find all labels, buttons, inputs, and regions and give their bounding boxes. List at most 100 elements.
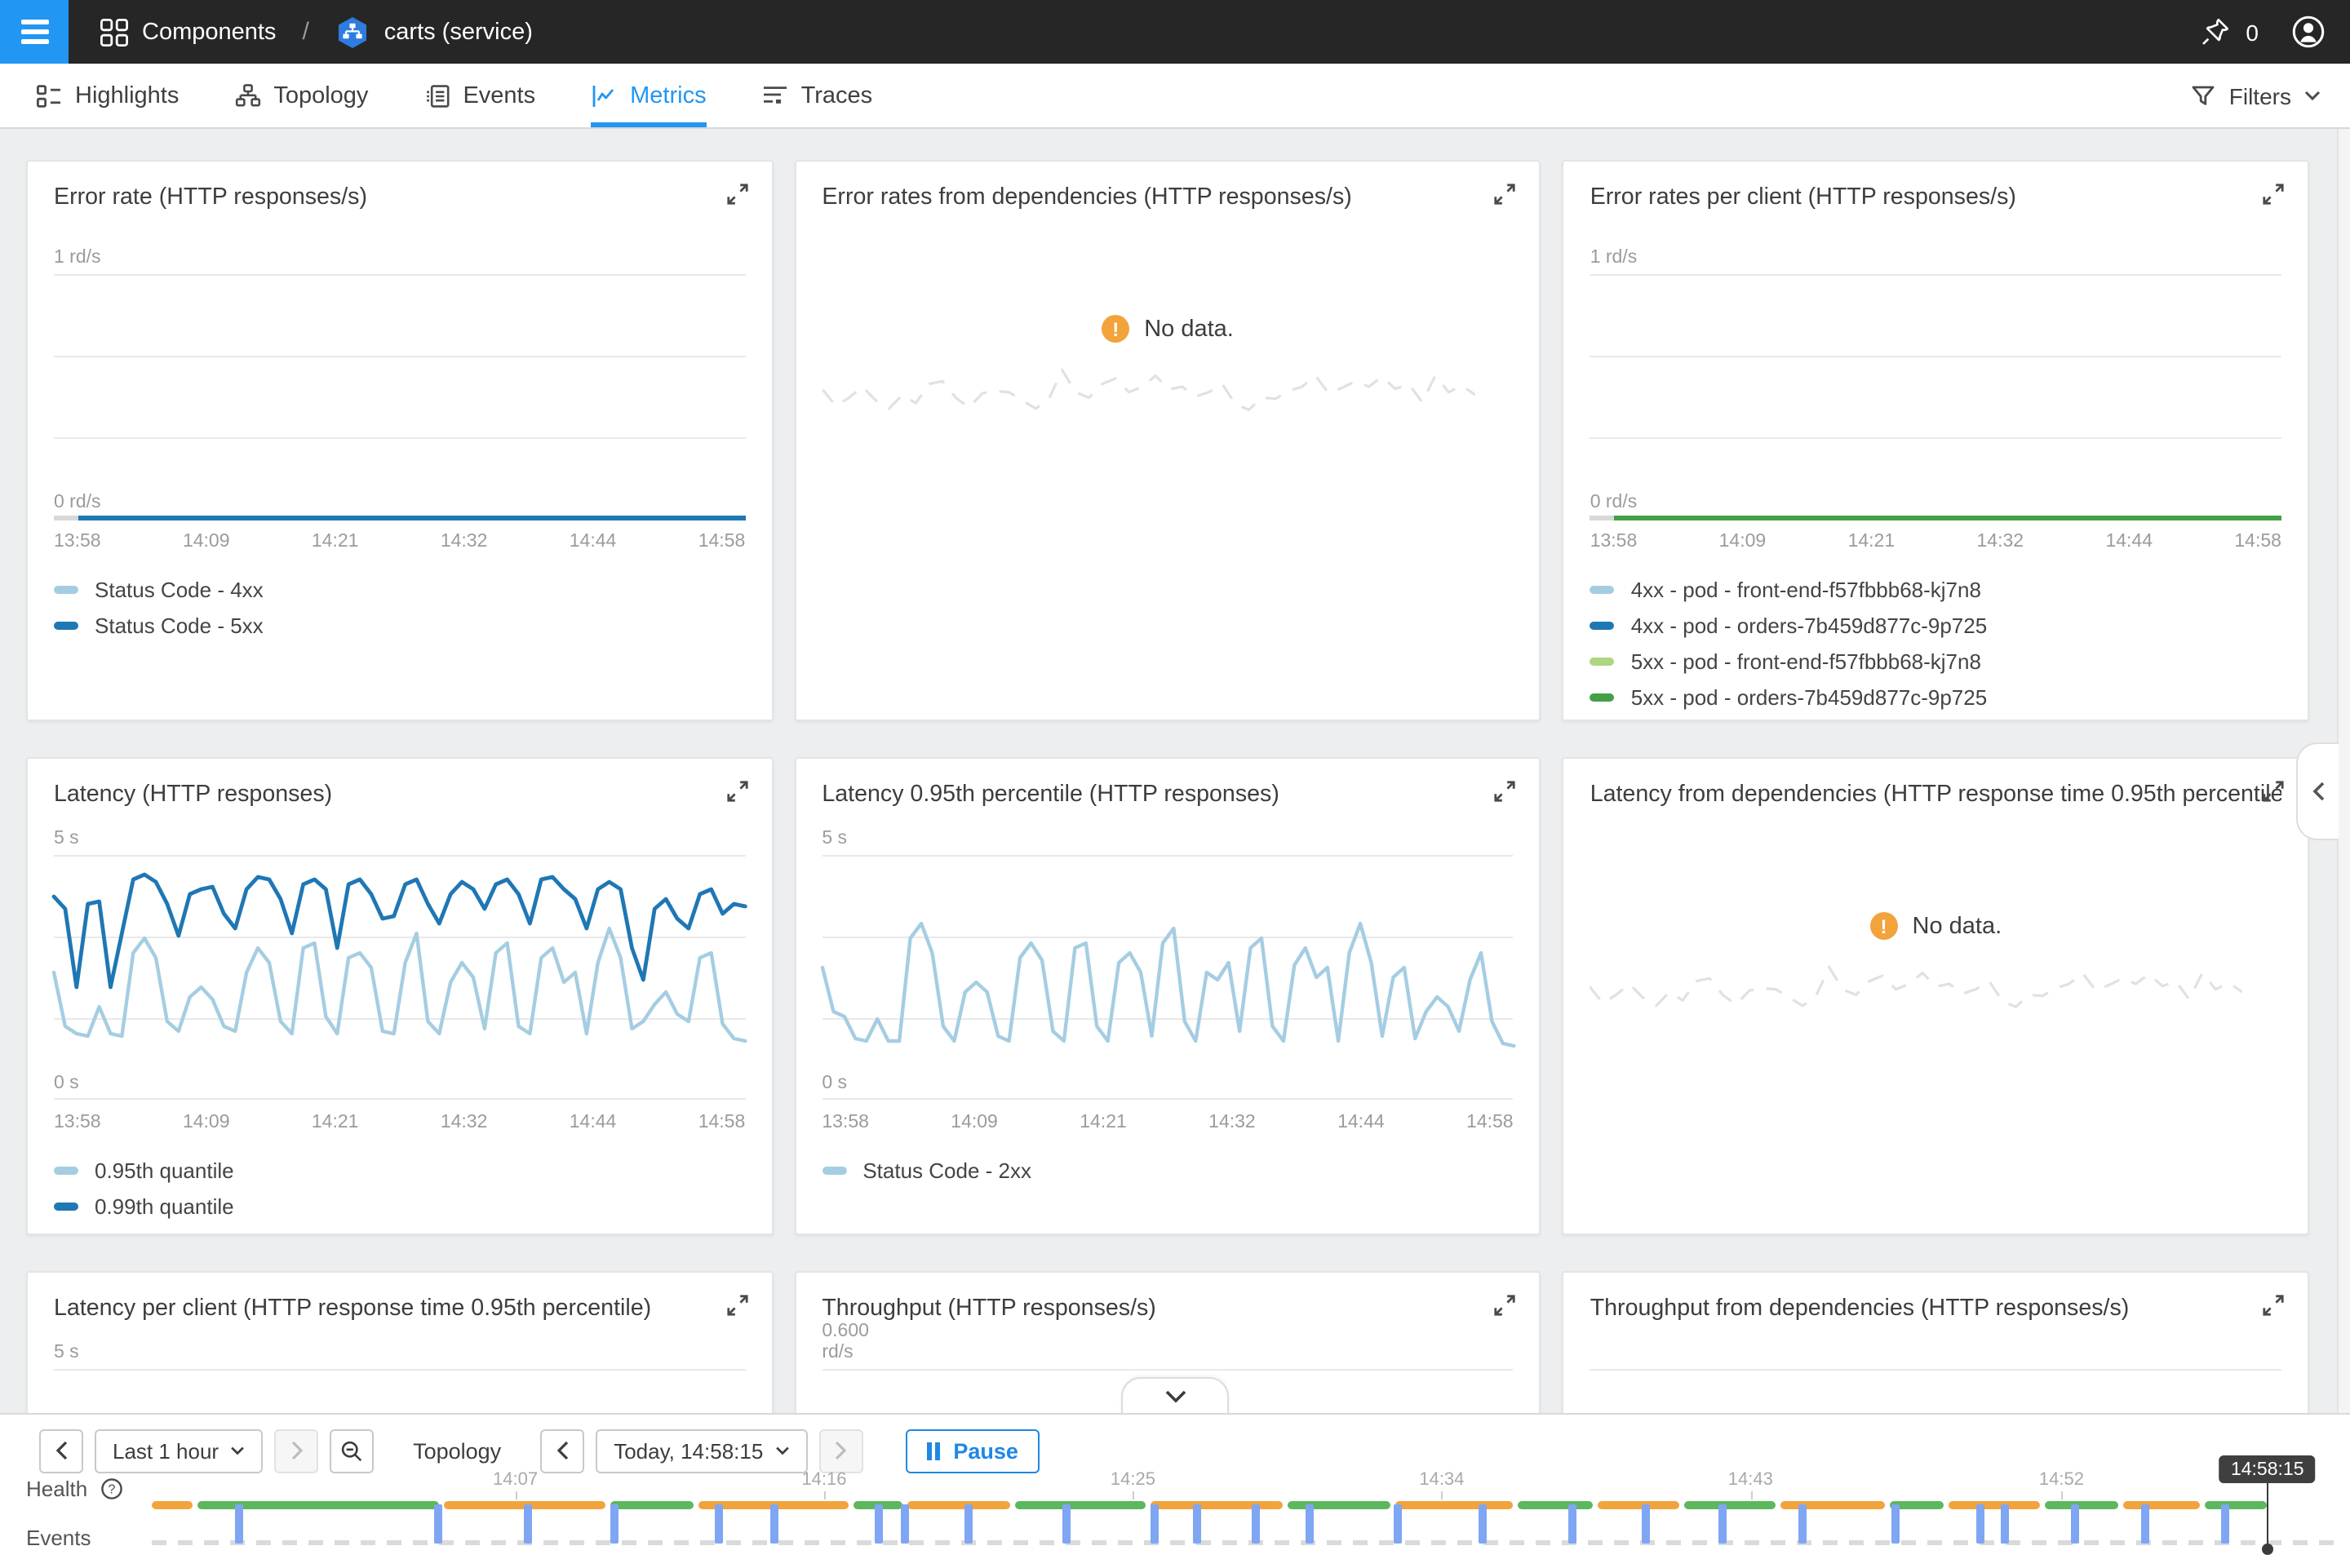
event-bar[interactable]: [525, 1504, 533, 1544]
legend-item[interactable]: 4xx - pod - front-end-f57fbbb68-kj7n8: [1590, 578, 2281, 602]
y-axis-label-top: 5 s: [54, 1343, 79, 1364]
event-bar[interactable]: [2071, 1504, 2079, 1544]
event-bar[interactable]: [1891, 1504, 1899, 1544]
event-bar[interactable]: [1252, 1504, 1260, 1544]
health-segment: [1598, 1501, 1679, 1509]
expand-icon[interactable]: [725, 183, 748, 206]
filters-button[interactable]: Filters: [2190, 64, 2350, 127]
expand-icon[interactable]: [1494, 1294, 1517, 1317]
plot[interactable]: 1 rd/s0 rd/s: [54, 274, 745, 519]
event-bar[interactable]: [1151, 1504, 1159, 1544]
legend-label: 5xx - pod - front-end-f57fbbb68-kj7n8: [1631, 649, 1981, 674]
legend-item[interactable]: Status Code - 4xx: [54, 578, 745, 602]
app-viewport: Components / carts (service) 0: [0, 0, 2350, 1566]
event-bar[interactable]: [1479, 1504, 1488, 1544]
event-bar[interactable]: [1718, 1504, 1726, 1544]
event-bar[interactable]: [1569, 1504, 1577, 1544]
event-bar[interactable]: [1976, 1504, 1984, 1544]
plot[interactable]: 1 rd/s0 rd/s: [1590, 274, 2281, 519]
pause-button[interactable]: Pause: [905, 1428, 1040, 1473]
card-title: Latency per client (HTTP response time 0…: [54, 1292, 745, 1327]
range-back-button[interactable]: [39, 1428, 83, 1473]
scroll-down-tab[interactable]: [1121, 1377, 1229, 1415]
legend-item[interactable]: Status Code - 5xx: [54, 613, 745, 638]
event-bar[interactable]: [1394, 1504, 1402, 1544]
events-icon: [423, 82, 450, 109]
event-bar[interactable]: [2140, 1504, 2148, 1544]
vertical-scrollbar[interactable]: [2337, 129, 2350, 1413]
x-tick-label: 14:32: [1208, 1113, 1256, 1132]
time-range-dropdown[interactable]: Last 1 hour: [95, 1428, 263, 1473]
time-back-button[interactable]: [540, 1428, 584, 1473]
event-bar[interactable]: [435, 1504, 443, 1544]
timeline-plot[interactable]: 14:58:15 14:0714:1614:2514:3414:4314:52: [152, 1470, 2342, 1568]
health-segment: [197, 1501, 439, 1509]
timeline-tick-mark: [1442, 1491, 1443, 1499]
event-bar[interactable]: [901, 1504, 909, 1544]
x-tick-label: 14:09: [183, 532, 230, 551]
health-segment: [1949, 1501, 2040, 1509]
placeholder-sparkline: [1590, 951, 2243, 1017]
help-icon[interactable]: ?: [99, 1477, 123, 1501]
warning-icon: !: [1102, 315, 1129, 343]
plot[interactable]: 5 s: [54, 1369, 745, 1413]
event-bar[interactable]: [1641, 1504, 1649, 1544]
expand-icon[interactable]: [2262, 183, 2285, 206]
series-flat-line: [1614, 516, 2281, 520]
zoom-out-button[interactable]: [330, 1428, 374, 1473]
time-forward-button[interactable]: [818, 1428, 862, 1473]
tab-traces[interactable]: Traces: [762, 64, 873, 127]
plot[interactable]: [1590, 1369, 2281, 1413]
event-bar[interactable]: [769, 1504, 778, 1544]
tab-events[interactable]: Events: [423, 64, 535, 127]
sidepanel-collapse-handle[interactable]: [2296, 742, 2339, 840]
event-bar[interactable]: [2001, 1504, 2009, 1544]
expand-icon[interactable]: [725, 780, 748, 803]
event-bar[interactable]: [235, 1504, 243, 1544]
health-segment: [1519, 1501, 1594, 1509]
user-avatar[interactable]: [2291, 15, 2326, 49]
x-axis-ticks: 13:5814:0914:2114:3214:4414:58: [822, 1113, 1513, 1132]
plot[interactable]: 5 s0 s: [822, 855, 1513, 1100]
legend-item[interactable]: 4xx - pod - orders-7b459d877c-9p725: [1590, 613, 2281, 638]
legend-item[interactable]: 5xx - pod - orders-7b459d877c-9p725: [1590, 685, 2281, 710]
expand-icon[interactable]: [1494, 183, 1517, 206]
x-axis-ticks: 13:5814:0914:2114:3214:4414:58: [1590, 532, 2281, 551]
tab-topology[interactable]: Topology: [234, 64, 368, 127]
legend-swatch: [54, 1167, 78, 1175]
event-bar[interactable]: [1192, 1504, 1200, 1544]
event-bar[interactable]: [1306, 1504, 1315, 1544]
legend-item[interactable]: 0.95th quantile: [54, 1158, 745, 1183]
tab-highlights[interactable]: Highlights: [36, 64, 179, 127]
series-line: [822, 924, 1513, 1046]
event-bar[interactable]: [2222, 1504, 2230, 1544]
event-bar[interactable]: [715, 1504, 723, 1544]
breadcrumb-components[interactable]: Components: [100, 17, 276, 47]
expand-icon[interactable]: [1494, 780, 1517, 803]
menu-hamburger-button[interactable]: [0, 0, 69, 64]
chart-area: 1 rd/s0 rd/s13:5814:0914:2114:3214:4414:…: [54, 274, 745, 551]
tab-label: Highlights: [75, 82, 179, 109]
event-bar[interactable]: [875, 1504, 883, 1544]
health-bar: [152, 1501, 2268, 1509]
expand-icon[interactable]: [725, 1294, 748, 1317]
legend-item[interactable]: 5xx - pod - front-end-f57fbbb68-kj7n8: [1590, 649, 2281, 674]
legend-item[interactable]: Status Code - 2xx: [822, 1158, 1513, 1183]
event-bar[interactable]: [964, 1504, 973, 1544]
breadcrumb-entity[interactable]: carts (service): [335, 14, 533, 50]
plot[interactable]: 5 s0 s: [54, 855, 745, 1100]
expand-icon[interactable]: [2262, 1294, 2285, 1317]
pin-icon[interactable]: [2200, 16, 2231, 47]
tab-metrics[interactable]: Metrics: [591, 64, 706, 127]
event-bar[interactable]: [1799, 1504, 1807, 1544]
event-bar[interactable]: [1063, 1504, 1071, 1544]
series-flat-lead: [1590, 516, 1615, 520]
legend-swatch: [1590, 658, 1615, 666]
x-tick-label: 13:58: [54, 1113, 101, 1132]
health-segment: [152, 1501, 192, 1509]
event-bar[interactable]: [610, 1504, 618, 1544]
range-forward-button[interactable]: [274, 1428, 318, 1473]
expand-icon[interactable]: [2262, 780, 2285, 803]
legend-item[interactable]: 0.99th quantile: [54, 1194, 745, 1219]
timestamp-dropdown[interactable]: Today, 14:58:15: [596, 1428, 807, 1473]
